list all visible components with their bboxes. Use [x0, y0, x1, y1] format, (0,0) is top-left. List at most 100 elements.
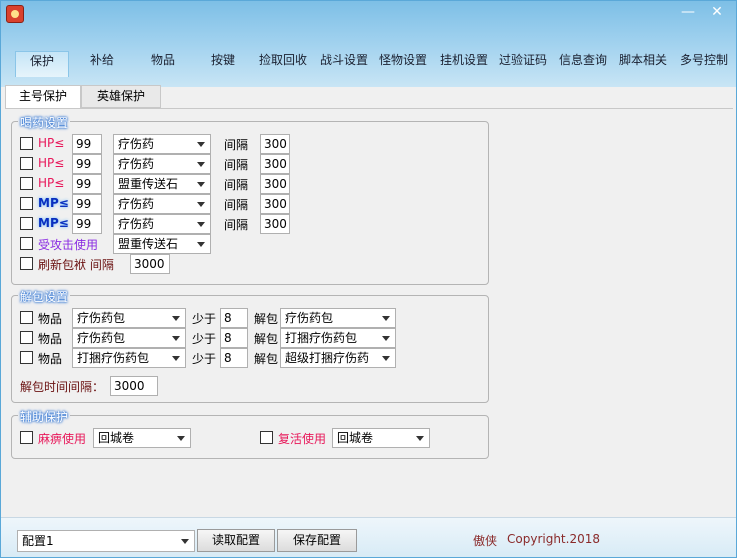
unpack-label: 解包 [254, 332, 279, 346]
drug-item-select[interactable]: 疗伤药 [113, 194, 211, 214]
drug-settings-group: 喝药设置 HP≤ 99 疗伤药 间隔 300 HP≤ 99 疗伤药 间隔 300… [11, 114, 489, 285]
nav-multi[interactable]: 多号控制 [675, 51, 733, 77]
tab-main-protect[interactable]: 主号保护 [5, 85, 81, 110]
unpack-interval-row: 解包时间间隔： 3000 [20, 376, 480, 396]
nav-items[interactable]: 物品 [137, 51, 189, 77]
nav-monster[interactable]: 怪物设置 [375, 51, 431, 77]
save-config-button[interactable]: 保存配置 [277, 529, 357, 552]
revive-label: 复活使用 [278, 432, 327, 446]
drug-row-label: HP≤ [38, 136, 65, 150]
drug-row: HP≤ 99 疗伤药 间隔 300 [20, 134, 480, 154]
nav-captcha[interactable]: 过验证码 [495, 51, 551, 77]
close-button[interactable]: ✕ [704, 3, 730, 21]
unpack-row: 物品 疗伤药包 少于 8 解包 打捆疗伤药包 [20, 328, 480, 348]
unpack-target-value: 超级打捆疗伤药 [285, 351, 370, 365]
nav-combat[interactable]: 战斗设置 [315, 51, 373, 77]
drug-item-value: 疗伤药 [118, 217, 155, 231]
unpack-count-input[interactable]: 8 [220, 348, 248, 368]
assist-protect-legend: 辅助保护 [18, 408, 71, 425]
unpack-row: 物品 疗伤药包 少于 8 解包 疗伤药包 [20, 308, 480, 328]
drug-item-select[interactable]: 疗伤药 [113, 214, 211, 234]
author-label: 傲侠 [473, 534, 498, 548]
revive-item-value: 回城卷 [337, 431, 374, 445]
unpack-settings-legend: 解包设置 [18, 288, 71, 305]
unpack-target-select[interactable]: 超级打捆疗伤药 [280, 348, 396, 368]
unpack-item-select[interactable]: 疗伤药包 [72, 328, 186, 348]
read-config-button[interactable]: 读取配置 [197, 529, 275, 552]
drug-threshold-input[interactable]: 99 [72, 194, 102, 214]
paralysis-checkbox[interactable] [20, 431, 33, 444]
refresh-checkbox[interactable] [20, 257, 33, 270]
config-value: 配置1 [22, 534, 54, 548]
drug-row-checkbox[interactable] [20, 137, 33, 150]
drug-item-select[interactable]: 盟重传送石 [113, 174, 211, 194]
chevron-down-icon [197, 242, 205, 247]
tab-hero-protect[interactable]: 英雄保护 [81, 85, 161, 108]
attacked-checkbox[interactable] [20, 237, 33, 250]
nav-protect[interactable]: 保护 [15, 51, 69, 77]
nav-afk[interactable]: 挂机设置 [435, 51, 493, 77]
unpack-interval-label: 解包时间间隔： [20, 380, 105, 394]
unpack-item-value: 疗伤药包 [77, 331, 126, 345]
drug-row: HP≤ 99 疗伤药 间隔 300 [20, 154, 480, 174]
unpack-item-value: 疗伤药包 [77, 311, 126, 325]
unpack-target-select[interactable]: 疗伤药包 [280, 308, 396, 328]
drug-interval-input[interactable]: 300 [260, 134, 290, 154]
drug-threshold-input[interactable]: 99 [72, 134, 102, 154]
drug-threshold-input[interactable]: 99 [72, 154, 102, 174]
chevron-down-icon [382, 316, 390, 321]
revive-checkbox[interactable] [260, 431, 273, 444]
unpack-row: 物品 打捆疗伤药包 少于 8 解包 超级打捆疗伤药 [20, 348, 480, 368]
assist-row: 麻痹使用 回城卷 复活使用 回城卷 [20, 428, 480, 448]
unpack-row-checkbox[interactable] [20, 311, 33, 324]
chevron-down-icon [181, 539, 189, 544]
unpack-count-input[interactable]: 8 [220, 328, 248, 348]
unpack-target-value: 打捆疗伤药包 [285, 331, 358, 345]
unpack-row-checkbox[interactable] [20, 331, 33, 344]
attacked-item-value: 盟重传送石 [118, 237, 179, 251]
drug-interval-input[interactable]: 300 [260, 194, 290, 214]
unpack-target-value: 疗伤药包 [285, 311, 334, 325]
unpack-item-select[interactable]: 疗伤药包 [72, 308, 186, 328]
attacked-item-select[interactable]: 盟重传送石 [113, 234, 211, 254]
drug-item-select[interactable]: 疗伤药 [113, 134, 211, 154]
unpack-row-checkbox[interactable] [20, 351, 33, 364]
less-than-label: 少于 [192, 312, 217, 326]
paralysis-item-select[interactable]: 回城卷 [93, 428, 191, 448]
nav-info[interactable]: 信息查询 [555, 51, 611, 77]
minimize-button[interactable]: — [675, 3, 701, 21]
drug-row-checkbox[interactable] [20, 177, 33, 190]
unpack-target-select[interactable]: 打捆疗伤药包 [280, 328, 396, 348]
unpack-item-select[interactable]: 打捆疗伤药包 [72, 348, 186, 368]
drug-row-checkbox[interactable] [20, 197, 33, 210]
chevron-down-icon [197, 162, 205, 167]
revive-item-select[interactable]: 回城卷 [332, 428, 430, 448]
chevron-down-icon [172, 356, 180, 361]
drug-interval-input[interactable]: 300 [260, 154, 290, 174]
drug-row: MP≤ 99 疗伤药 间隔 300 [20, 214, 480, 234]
unpack-settings-group: 解包设置 物品 疗伤药包 少于 8 解包 疗伤药包 物品 疗伤药包 少于 8 解… [11, 288, 489, 403]
unpack-count-input[interactable]: 8 [220, 308, 248, 328]
drug-threshold-input[interactable]: 99 [72, 174, 102, 194]
drug-threshold-input[interactable]: 99 [72, 214, 102, 234]
interval-label: 间隔 [224, 138, 249, 152]
drug-interval-input[interactable]: 300 [260, 214, 290, 234]
drug-row-label: MP≤ [38, 196, 69, 210]
drug-interval-input[interactable]: 300 [260, 174, 290, 194]
drug-row-label: HP≤ [38, 156, 65, 170]
config-select[interactable]: 配置1 [17, 530, 195, 552]
nav-supply[interactable]: 补给 [77, 51, 127, 77]
drug-row-label: HP≤ [38, 176, 65, 190]
refresh-label: 刷新包袱 间隔 [38, 258, 114, 272]
nav-pickup[interactable]: 捡取回收 [255, 51, 311, 77]
nav-script[interactable]: 脚本相关 [615, 51, 671, 77]
chevron-down-icon [197, 182, 205, 187]
drug-row-checkbox[interactable] [20, 217, 33, 230]
drug-row-checkbox[interactable] [20, 157, 33, 170]
less-than-label: 少于 [192, 332, 217, 346]
drug-item-select[interactable]: 疗伤药 [113, 154, 211, 174]
refresh-interval-input[interactable]: 3000 [130, 254, 170, 274]
unpack-interval-input[interactable]: 3000 [110, 376, 158, 396]
unpack-item-value: 打捆疗伤药包 [77, 351, 150, 365]
nav-hotkeys[interactable]: 按键 [199, 51, 247, 77]
